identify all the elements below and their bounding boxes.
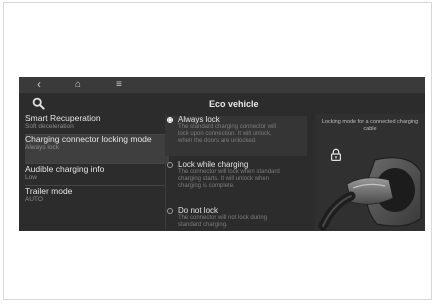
divider (25, 134, 165, 135)
option-label: Always lock (178, 115, 220, 124)
option-description: The standard charging connector will loc… (178, 124, 277, 144)
menu-item-label: Trailer mode (25, 186, 73, 196)
page-frame: ‹ ⌂ ≡ Eco vehicle Smart Recuperation Sof… (0, 0, 437, 304)
menu-item-label: Smart Recuperation (25, 113, 101, 123)
infotainment-screen: ‹ ⌂ ≡ Eco vehicle Smart Recuperation Sof… (19, 77, 425, 231)
divider (25, 185, 165, 186)
option-label: Do not lock (178, 207, 219, 215)
top-bar: ‹ ⌂ ≡ (19, 77, 425, 93)
menu-item-smart-recuperation[interactable]: Smart Recuperation Soft deceleration (25, 114, 169, 134)
menu-item-trailer-mode[interactable]: Trailer mode AUTO (25, 187, 169, 207)
option-description: The connector will not lock during stand… (178, 215, 268, 228)
option-description: The connector will lock when standard ch… (178, 169, 280, 189)
radio-button-checked[interactable] (167, 117, 173, 123)
menu-item-value: Low (25, 174, 37, 181)
radio-button[interactable] (167, 208, 173, 214)
option-lock-while-charging[interactable]: Lock while charging The connector will l… (165, 160, 307, 201)
preview-title: Locking mode for a connected charging ca… (321, 119, 419, 132)
divider (25, 163, 165, 164)
search-icon[interactable] (32, 97, 45, 110)
menu-item-value: Soft deceleration (25, 123, 74, 130)
menu-item-audible-charging-info[interactable]: Audible charging info Low (25, 165, 169, 185)
page-title: Eco vehicle (209, 99, 259, 109)
preview-panel: Locking mode for a connected charging ca… (315, 114, 425, 231)
radio-button[interactable] (167, 162, 173, 168)
menu-item-value: Always lock (25, 144, 59, 151)
menu-icon[interactable]: ≡ (116, 78, 122, 92)
lock-icon (331, 148, 341, 161)
menu-item-charging-connector-locking-mode[interactable]: Charging connector locking mode Always l… (25, 135, 169, 163)
option-label: Lock while charging (178, 160, 249, 169)
chevron-left-icon[interactable]: ‹ (37, 77, 41, 91)
menu-item-label: Charging connector locking mode (25, 134, 152, 144)
locking-options: Always lock The standard charging connec… (165, 114, 315, 231)
option-do-not-lock[interactable]: Do not lock The connector will not lock … (165, 207, 307, 231)
home-icon[interactable]: ⌂ (75, 78, 81, 92)
menu-item-label: Audible charging info (25, 164, 105, 174)
option-always-lock[interactable]: Always lock The standard charging connec… (165, 115, 307, 156)
menu-item-value: AUTO (25, 196, 43, 203)
